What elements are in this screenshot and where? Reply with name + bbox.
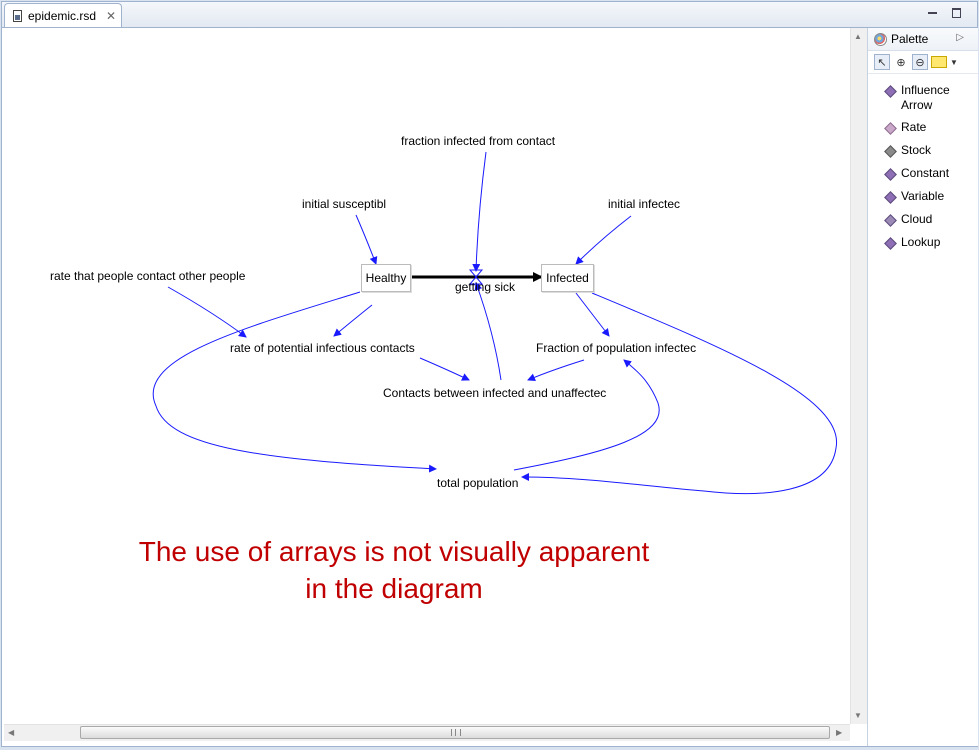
stock-healthy[interactable]: Healthy <box>361 264 411 292</box>
palette-panel: Palette ▷ ↖ ⊕ ⊖ ▼ Influence Arrow Rate S… <box>867 28 978 746</box>
influence-link[interactable] <box>419 357 470 381</box>
horizontal-scroll-thumb[interactable] <box>80 726 830 739</box>
scroll-up-icon[interactable]: ▲ <box>854 32 862 41</box>
editor-tab-bar: epidemic.rsd ✕ <box>2 2 977 28</box>
influence-link[interactable] <box>474 282 502 381</box>
zoom-out-icon[interactable]: ⊖ <box>912 54 928 70</box>
influence-link[interactable] <box>575 292 610 337</box>
lookup-icon <box>884 237 897 250</box>
variable-total-population[interactable]: total population <box>437 476 518 490</box>
rate-getting-sick[interactable]: getting sick <box>455 280 515 294</box>
variable-contacts-between[interactable]: Contacts between infected and unaffectec <box>383 386 606 400</box>
constant-initial-infected[interactable]: initial infectec <box>608 197 680 211</box>
variable-potential-contacts[interactable]: rate of potential infectious contacts <box>230 341 415 355</box>
cloud-icon <box>884 214 897 227</box>
influence-link[interactable] <box>167 286 247 338</box>
select-tool-icon[interactable]: ↖ <box>874 54 890 70</box>
annotation-line-2: in the diagram <box>305 573 483 604</box>
influence-link[interactable] <box>575 215 632 265</box>
palette-item-lookup[interactable]: Lookup <box>884 235 940 250</box>
scroll-right-icon[interactable]: ▶ <box>836 728 842 737</box>
palette-item-cloud[interactable]: Cloud <box>884 212 932 227</box>
palette-item-rate[interactable]: Rate <box>884 120 926 135</box>
maximize-icon[interactable] <box>950 6 964 20</box>
minimize-icon[interactable] <box>926 6 940 20</box>
horizontal-scrollbar[interactable]: ◀ ▶ <box>4 724 850 741</box>
palette-icon <box>874 32 887 46</box>
influence-link[interactable] <box>333 304 373 337</box>
editor-tab[interactable]: epidemic.rsd ✕ <box>4 3 122 27</box>
influence-link[interactable] <box>152 291 437 473</box>
editor-frame: epidemic.rsd ✕ Healthy Infected getting … <box>1 1 978 747</box>
influence-link[interactable] <box>355 214 378 265</box>
annotation-note: The use of arrays is not visually appare… <box>64 533 724 607</box>
rate-icon <box>884 122 897 135</box>
palette-title: Palette <box>891 32 929 46</box>
dropdown-caret-icon[interactable]: ▼ <box>950 58 958 67</box>
close-tab-icon[interactable]: ✕ <box>106 10 116 22</box>
constant-icon <box>884 168 897 181</box>
variable-fraction-infected[interactable]: fraction infected from contact <box>401 134 555 148</box>
scroll-down-icon[interactable]: ▼ <box>854 711 862 720</box>
palette-toolbar: ↖ ⊕ ⊖ ▼ <box>868 51 978 74</box>
diagram-file-icon <box>13 9 22 22</box>
palette-item-influence-arrow[interactable]: Influence Arrow <box>884 83 961 113</box>
palette-header: Palette ▷ <box>868 28 978 51</box>
zoom-in-icon[interactable]: ⊕ <box>893 54 909 70</box>
stock-icon <box>884 145 897 158</box>
variable-contact-rate[interactable]: rate that people contact other people <box>50 269 245 283</box>
palette-collapse-icon[interactable]: ▷ <box>956 32 964 43</box>
variable-fraction-population[interactable]: Fraction of population infectec <box>536 341 696 355</box>
palette-item-constant[interactable]: Constant <box>884 166 949 181</box>
diagram-connectors <box>152 151 837 495</box>
palette-item-stock[interactable]: Stock <box>884 143 931 158</box>
note-tool-icon[interactable] <box>931 54 947 70</box>
influence-link[interactable] <box>527 359 585 382</box>
variable-icon <box>884 191 897 204</box>
influence-arrow-icon <box>884 85 897 98</box>
stock-infected[interactable]: Infected <box>541 264 594 292</box>
scroll-left-icon[interactable]: ◀ <box>8 728 14 737</box>
vertical-scrollbar[interactable]: ▲ ▼ <box>850 28 867 724</box>
grip-icon <box>451 729 461 736</box>
palette-item-variable[interactable]: Variable <box>884 189 944 204</box>
diagram-canvas[interactable]: Healthy Infected getting sick fraction i… <box>4 28 850 724</box>
tab-title: epidemic.rsd <box>28 8 97 23</box>
influence-link[interactable] <box>472 151 487 272</box>
constant-initial-susceptible[interactable]: initial susceptibl <box>302 197 386 211</box>
annotation-line-1: The use of arrays is not visually appare… <box>138 536 650 567</box>
